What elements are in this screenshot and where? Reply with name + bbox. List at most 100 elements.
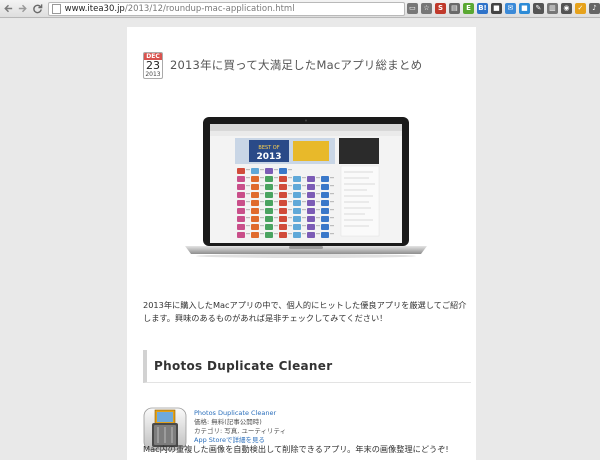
screen-app-tile (237, 176, 245, 182)
page-icon (51, 3, 61, 14)
screen-app-caption (246, 201, 250, 203)
ext-profile-icon[interactable]: ♪ (588, 3, 600, 14)
screen-app-tile (279, 224, 287, 230)
screen-app-caption (246, 209, 250, 211)
screen-app-caption (288, 225, 292, 227)
screen-app-caption (274, 209, 278, 211)
screen-app-tile (251, 208, 259, 214)
screen-app-caption (330, 201, 334, 203)
screen-app-caption (288, 233, 292, 235)
screen-app-tile (293, 208, 301, 214)
screen-app-tile (251, 184, 259, 190)
ext-chat-icon[interactable]: ■ (518, 3, 530, 14)
screen-app-tile (293, 232, 301, 238)
app-description: Mac内の重複した画像を自動検出して削除できるアプリ。年末の画像整理にどうぞ! (143, 444, 449, 454)
ext-s-icon[interactable]: S (434, 3, 446, 14)
ext-doc-icon[interactable]: ▤ (448, 3, 460, 14)
screen-app-caption (260, 177, 264, 179)
screen-app-tile (251, 232, 259, 238)
back-button[interactable] (2, 2, 15, 16)
screen-app-caption (302, 193, 306, 195)
screen-app-tile (237, 224, 245, 230)
reload-button[interactable] (31, 2, 44, 16)
app-name-link[interactable]: Photos Duplicate Cleaner (194, 409, 286, 418)
address-bar[interactable]: www.itea30.jp/2013/12/roundup-mac-applic… (47, 1, 405, 16)
extension-bar: ▭ ☆ S ▤ E B! ■ ✉ ■ ✎ ▥ ◉ ✓ ♪ (406, 3, 600, 14)
app-price: 価格: 無料(記事公開時) (194, 418, 262, 426)
ext-check-icon[interactable]: ✓ (574, 3, 586, 14)
macbook-illustration: BEST OF 2013 (185, 117, 427, 258)
screen-app-caption (246, 169, 250, 171)
screen-app-tile (265, 216, 273, 222)
url-path: /2013/12/roundup-mac-application.html (124, 3, 295, 14)
reload-icon (33, 4, 43, 14)
screen-app-caption (246, 185, 250, 187)
screen-app-tile (307, 184, 315, 190)
screen-app-caption (288, 169, 292, 171)
screen-app-caption (260, 193, 264, 195)
browser-toolbar: www.itea30.jp/2013/12/roundup-mac-applic… (0, 0, 600, 18)
ext-note-icon[interactable]: ▥ (546, 3, 558, 14)
url-host: www.itea30.jp (64, 3, 125, 14)
screen-app-tile (251, 168, 259, 174)
screen-app-caption (246, 233, 250, 235)
screen-app-tile (293, 216, 301, 222)
screen-app-tile (237, 232, 245, 238)
star-icon[interactable]: ☆ (420, 3, 432, 14)
screen-app-tile (251, 216, 259, 222)
screen-app-caption (330, 177, 334, 179)
screen-app-tile (279, 200, 287, 206)
screen-app-caption (274, 217, 278, 219)
screen-app-tile (321, 216, 329, 222)
screen-app-caption (288, 177, 292, 179)
screen-app-caption (302, 185, 306, 187)
wrench-icon[interactable]: ✎ (532, 3, 544, 14)
screen-app-tile (307, 192, 315, 198)
screen-app-tile (307, 232, 315, 238)
page-background: DEC 23 2013 2013年に買って大満足したMacアプリ総まとめ BES… (0, 19, 600, 460)
screen-app-caption (274, 225, 278, 227)
back-arrow-icon (4, 4, 12, 13)
screen-app-caption (274, 233, 278, 235)
section-heading: Photos Duplicate Cleaner (143, 350, 471, 383)
screen-app-tile (279, 232, 287, 238)
screen-app-tile (321, 232, 329, 238)
screen-app-caption (316, 201, 320, 203)
screen-app-tile (321, 200, 329, 206)
screen-app-caption (274, 177, 278, 179)
ext-square-icon[interactable]: ■ (490, 3, 502, 14)
screen-app-tile (265, 168, 273, 174)
screen-app-caption (316, 193, 320, 195)
ext-round-icon[interactable]: ◉ (560, 3, 572, 14)
screen-app-tile (237, 168, 245, 174)
screen-app-tile (265, 176, 273, 182)
screen-app-caption (330, 225, 334, 227)
ext-evernote-icon[interactable]: E (462, 3, 474, 14)
post-title[interactable]: 2013年に買って大満足したMacアプリ総まとめ (170, 57, 422, 73)
screen-app-tile (293, 200, 301, 206)
screen-app-tile (265, 208, 273, 214)
screen-app-tile (251, 200, 259, 206)
screen-app-tile (321, 184, 329, 190)
forward-button[interactable] (17, 2, 30, 16)
screen-app-caption (330, 185, 334, 187)
screen-app-tile (279, 168, 287, 174)
chrome-tab-icon[interactable]: ▭ (406, 3, 418, 14)
screen-app-caption (302, 225, 306, 227)
screen-app-caption (288, 193, 292, 195)
screen-app-tile (279, 192, 287, 198)
screen-app-caption (316, 217, 320, 219)
screen-app-tile (237, 216, 245, 222)
screen-app-tile (265, 200, 273, 206)
screen-app-caption (274, 201, 278, 203)
hero-image: BEST OF 2013 (181, 114, 431, 259)
ext-blog-icon[interactable]: B! (476, 3, 488, 14)
screen-app-caption (260, 201, 264, 203)
screen-app-caption (288, 209, 292, 211)
article: DEC 23 2013 2013年に買って大満足したMacアプリ総まとめ BES… (127, 27, 476, 460)
screen-app-caption (274, 193, 278, 195)
screen-app-caption (260, 209, 264, 211)
ext-mail-icon[interactable]: ✉ (504, 3, 516, 14)
app-info: Photos Duplicate Cleaner 価格: 無料(記事公開時) カ… (194, 409, 286, 445)
screen-app-caption (246, 225, 250, 227)
